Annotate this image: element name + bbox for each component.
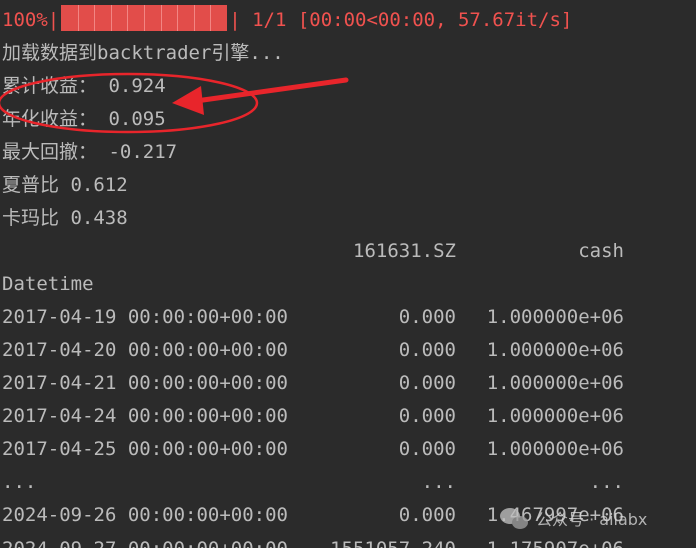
- wechat-icon: [500, 503, 530, 533]
- metric-sharpe: 夏普比 0.612: [2, 169, 128, 202]
- progress-block-separator: [78, 5, 80, 31]
- row-datetime: 2017-04-21 00:00:00+00:00: [2, 372, 288, 394]
- row-cash-value: 1.175907e+06: [487, 540, 624, 548]
- metric-label: 最大回撤：: [2, 141, 98, 163]
- row-fund-value: 0.000: [398, 438, 456, 460]
- metric-cumulative-return: 累计收益： 0.924: [2, 70, 166, 103]
- progress-block-separator: [210, 5, 212, 31]
- progress-stats: | 1/1 [00:00<00:00, 57.67it/s]: [229, 9, 573, 31]
- row-datetime: ...: [2, 471, 37, 493]
- row-fund-value: 0.000: [398, 339, 456, 361]
- metric-value: 0.924: [108, 75, 166, 97]
- metric-label: 累计收益：: [2, 75, 98, 97]
- row-datetime: 2017-04-19 00:00:00+00:00: [2, 306, 288, 328]
- progress-block-separator: [94, 5, 96, 31]
- metric-annual-return: 年化收益： 0.095: [2, 103, 166, 136]
- metric-calmar: 卡玛比 0.438: [2, 202, 128, 235]
- progress-bar: [61, 5, 228, 31]
- row-datetime: 2017-04-25 00:00:00+00:00: [2, 438, 288, 460]
- column-header-fund: 161631.SZ: [353, 240, 456, 262]
- row-fund-value: 0.000: [398, 306, 456, 328]
- watermark-text: 公众号 · ailabx: [536, 510, 648, 529]
- console-output: 100%| | 1/1 [00:00<00:00, 57.67it/s] 加载数据…: [0, 0, 696, 548]
- index-header: Datetime: [2, 273, 94, 295]
- row-fund-value: ...: [421, 471, 456, 493]
- row-cash-value: 1.000000e+06: [486, 306, 624, 328]
- metric-value: 0.438: [70, 207, 128, 229]
- metric-label: 年化收益：: [2, 108, 98, 130]
- progress-block-separator: [177, 5, 179, 31]
- row-fund-value: 0.000: [398, 405, 456, 427]
- row-fund-value: 0.000: [398, 504, 456, 526]
- metric-value: 0.612: [70, 174, 128, 196]
- row-fund-value: 1551057.240: [330, 540, 456, 548]
- row-datetime: 2017-04-20 00:00:00+00:00: [2, 339, 288, 361]
- metric-max-drawdown: 最大回撤： -0.217: [2, 136, 177, 169]
- arrow-shaft: [193, 77, 349, 104]
- progress-block-separator: [161, 5, 163, 31]
- progress-line: 100%| | 1/1 [00:00<00:00, 57.67it/s]: [2, 4, 572, 37]
- progress-block-separator: [194, 5, 196, 31]
- loading-message: 加载数据到backtrader引擎...: [2, 42, 284, 64]
- row-cash-value: 1.000000e+06: [486, 372, 624, 394]
- row-cash-value: 1.000000e+06: [486, 339, 624, 361]
- metric-label: 夏普比: [2, 174, 60, 196]
- progress-block-separator: [144, 5, 146, 31]
- column-header-cash: cash: [578, 240, 624, 262]
- progress-percent: 100%|: [2, 9, 60, 31]
- row-datetime: 2017-04-24 00:00:00+00:00: [2, 405, 288, 427]
- watermark: 公众号 · ailabx: [500, 501, 647, 535]
- row-datetime: 2024-09-27 00:00:00+00:00: [2, 540, 288, 548]
- table-row-partial: 2024-09-27 00:00:00+00:00 1551057.240 1.…: [0, 540, 696, 548]
- metric-value: -0.217: [108, 141, 178, 163]
- metric-value: 0.095: [108, 108, 166, 130]
- row-cash-value: 1.000000e+06: [486, 405, 624, 427]
- progress-block-separator: [111, 5, 113, 31]
- row-datetime: 2024-09-26 00:00:00+00:00: [2, 504, 288, 526]
- row-fund-value: 0.000: [398, 372, 456, 394]
- arrow-head: [172, 86, 204, 115]
- row-cash-value: 1.000000e+06: [486, 438, 624, 460]
- row-cash-value: ...: [589, 471, 624, 493]
- progress-block-separator: [127, 5, 129, 31]
- metric-label: 卡玛比: [2, 207, 60, 229]
